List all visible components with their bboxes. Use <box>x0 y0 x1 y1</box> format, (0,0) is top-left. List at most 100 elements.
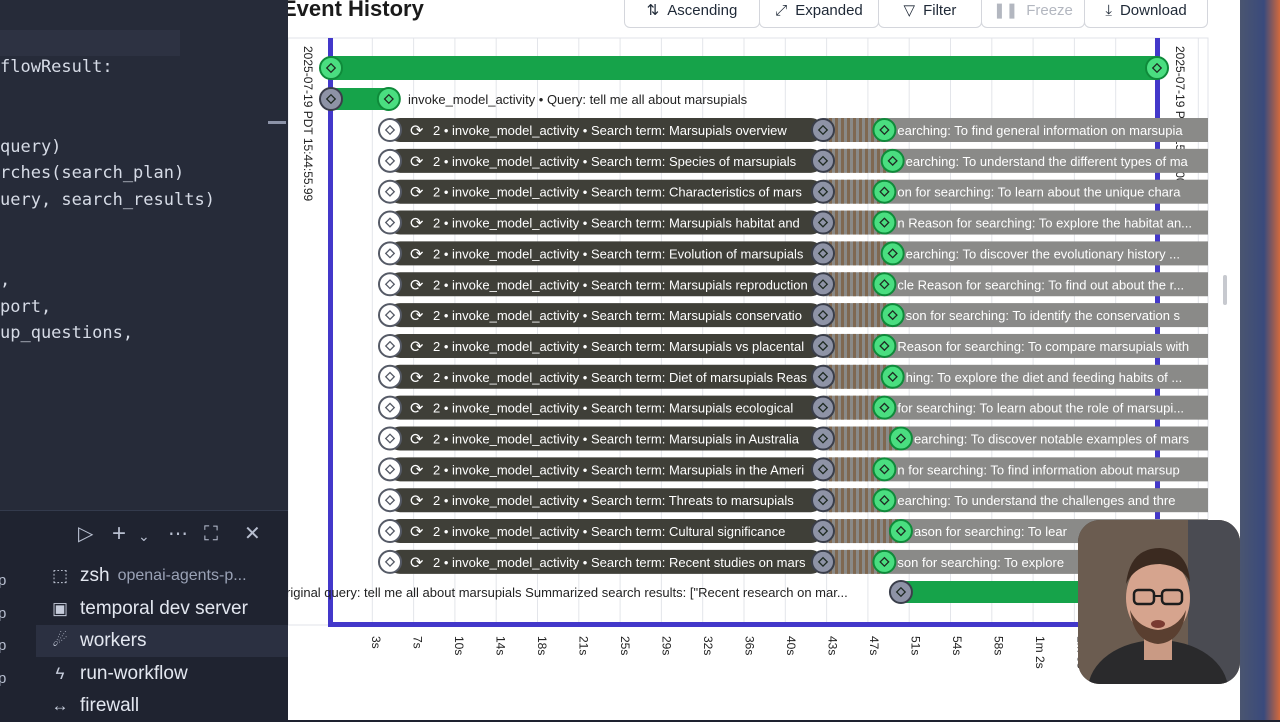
time-tick-label: 21s <box>577 636 591 655</box>
progress-stripe <box>865 333 868 358</box>
retry-node[interactable] <box>378 333 402 358</box>
progress-stripe <box>835 241 838 266</box>
progress-stripe <box>835 457 838 482</box>
event-node[interactable] <box>872 179 897 204</box>
progress-stripe <box>853 488 856 513</box>
event-node[interactable] <box>811 457 835 482</box>
progress-stripe <box>871 148 874 173</box>
event-node[interactable] <box>1145 56 1169 80</box>
event-node[interactable] <box>888 580 913 604</box>
event-node[interactable] <box>880 148 905 173</box>
sidebar-edge-letter: p <box>0 637 7 654</box>
retry-node[interactable] <box>378 488 402 513</box>
event-node[interactable] <box>880 303 905 328</box>
retry-node[interactable] <box>378 549 402 574</box>
editor-scroll-marker[interactable] <box>268 121 286 124</box>
retry-node[interactable] <box>378 303 402 328</box>
retry-node[interactable] <box>378 118 402 142</box>
event-node[interactable] <box>811 519 835 544</box>
event-node[interactable] <box>376 87 401 111</box>
progress-stripe <box>853 179 856 204</box>
event-node[interactable] <box>811 148 835 173</box>
event-node[interactable] <box>811 179 835 204</box>
bolt-icon: ϟ <box>55 663 65 683</box>
event-node[interactable] <box>872 549 897 574</box>
event-node[interactable] <box>811 426 835 451</box>
maximize-icon[interactable]: ⛶ <box>204 523 218 545</box>
event-node[interactable] <box>888 519 913 544</box>
event-node[interactable] <box>811 395 835 420</box>
event-node[interactable] <box>880 241 905 266</box>
progress-stripe <box>877 519 880 544</box>
search-reason-label: Reason for searching: To compare marsupi… <box>897 339 1189 354</box>
event-node[interactable] <box>811 118 835 142</box>
plus-icon[interactable]: + <box>112 522 126 546</box>
event-node[interactable] <box>872 395 897 420</box>
more-icon[interactable]: ⋯ <box>168 523 188 545</box>
progress-stripe <box>841 241 844 266</box>
page-scrollbar[interactable] <box>1223 275 1227 305</box>
event-node[interactable] <box>319 56 343 80</box>
event-node[interactable] <box>811 333 835 358</box>
event-node[interactable] <box>880 364 905 389</box>
retry-icon: ⟳ <box>410 339 424 356</box>
retry-node[interactable] <box>378 210 402 235</box>
event-node[interactable] <box>872 272 897 297</box>
event-node[interactable] <box>872 457 897 482</box>
terminal-item[interactable]: ⬚ zsh openai-agents-p... <box>36 560 288 592</box>
terminal-item-label: workers <box>80 630 147 651</box>
progress-stripe <box>871 303 874 328</box>
terminal-item-label: zsh <box>80 565 110 586</box>
progress-stripe <box>853 549 856 574</box>
search-activity-label: 2 • invoke_model_activity • Search term:… <box>433 462 804 477</box>
event-node[interactable] <box>811 303 835 328</box>
presenter-video <box>1078 520 1240 684</box>
retry-node[interactable] <box>378 364 402 389</box>
terminal-item[interactable]: ↔ firewall <box>36 690 288 722</box>
activity-label: invoke_model_activity • Query: tell me a… <box>408 92 748 107</box>
retry-node[interactable] <box>378 457 402 482</box>
progress-stripe <box>841 457 844 482</box>
retry-node[interactable] <box>378 426 402 451</box>
code-editor[interactable]: flowResult: query) rches(search_plan) uery,… <box>0 0 288 510</box>
event-node[interactable] <box>319 87 343 111</box>
event-node[interactable] <box>888 426 913 451</box>
retry-node[interactable] <box>378 241 402 266</box>
progress-stripe <box>835 333 838 358</box>
search-activity-label: 2 • invoke_model_activity • Search term:… <box>433 401 793 416</box>
retry-node[interactable] <box>378 395 402 420</box>
event-node[interactable] <box>811 272 835 297</box>
terminal-item[interactable]: ▣ temporal dev server <box>36 593 288 625</box>
progress-stripe <box>871 426 874 451</box>
retry-node[interactable] <box>378 272 402 297</box>
event-node[interactable] <box>811 210 835 235</box>
progress-stripe <box>841 210 844 235</box>
progress-stripe <box>835 148 838 173</box>
workflow-bar[interactable] <box>331 56 1157 80</box>
event-node[interactable] <box>811 488 835 513</box>
event-node[interactable] <box>811 241 835 266</box>
event-node[interactable] <box>811 549 835 574</box>
terminal-item[interactable]: ☄ workers <box>36 625 288 657</box>
event-node[interactable] <box>872 118 897 142</box>
presenter-avatar <box>1078 520 1240 684</box>
retry-node[interactable] <box>378 148 402 173</box>
progress-stripe <box>853 519 856 544</box>
retry-node[interactable] <box>378 179 402 204</box>
run-icon[interactable]: ▷ <box>78 523 93 545</box>
event-node[interactable] <box>872 210 897 235</box>
code-line: , <box>0 270 11 290</box>
retry-node[interactable] <box>378 519 402 544</box>
search-reason-label: earching: To discover the evolutionary h… <box>906 246 1180 261</box>
progress-stripe <box>859 549 862 574</box>
close-icon[interactable]: ✕ <box>244 523 261 545</box>
event-node[interactable] <box>811 364 835 389</box>
chevron-down-icon[interactable]: ⌄ <box>138 525 150 547</box>
event-node[interactable] <box>872 488 897 513</box>
retry-icon: ⟳ <box>410 401 424 418</box>
progress-stripe <box>841 179 844 204</box>
code-line: uery, search_results) <box>0 190 215 210</box>
terminal-list: ⬚ zsh openai-agents-p... ▣ temporal dev serv… <box>0 558 288 720</box>
event-node[interactable] <box>872 333 897 358</box>
terminal-item[interactable]: ϟ run-workflow <box>36 658 288 690</box>
